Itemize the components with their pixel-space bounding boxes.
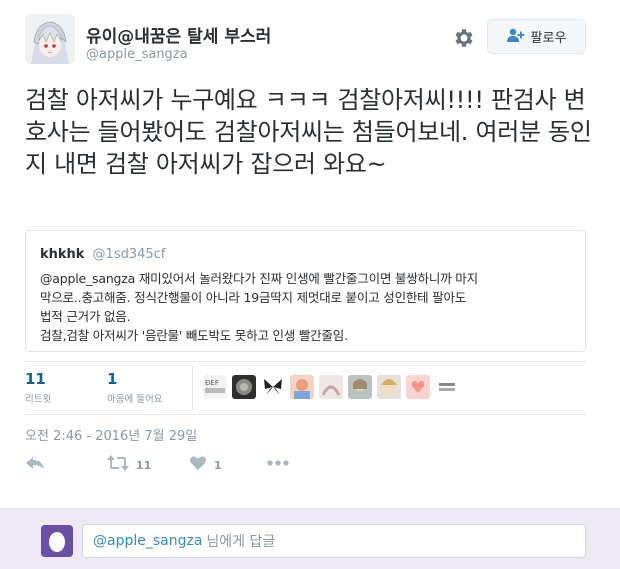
liker-avatar[interactable] — [261, 375, 285, 399]
retweet-count: 11 — [136, 458, 152, 472]
more-icon — [267, 455, 289, 475]
reply-mention: @apple_sangza — [93, 533, 203, 549]
retweet-stat-label: 리트윗 — [25, 394, 52, 405]
follow-button[interactable]: 팔로우 — [487, 19, 586, 54]
reply-placeholder: 님에게 답글 — [206, 534, 276, 550]
reply-input[interactable]: @apple_sangza 님에게 답글 — [82, 524, 586, 558]
liker-avatar[interactable] — [435, 375, 459, 399]
retweet-icon — [107, 455, 129, 475]
liker-avatar[interactable] — [232, 375, 256, 399]
retweet-stat[interactable]: 11 리트윗 — [25, 370, 51, 405]
stats-divider — [192, 366, 193, 410]
like-stat-label: 마음에 들어요 — [107, 394, 163, 405]
liker-avatar[interactable]: ĐEF — [203, 375, 227, 399]
heart-icon — [189, 455, 207, 475]
like-stat[interactable]: 1 마음에 들어요 — [107, 370, 162, 405]
quoted-tweet-header: khkhk @1sd345cf — [40, 243, 165, 262]
quoted-tweet[interactable]: khkhk @1sd345cf @apple_sangza 재미있어서 놀러왔다… — [25, 230, 586, 352]
liker-avatar[interactable] — [377, 375, 401, 399]
quoted-line: 법적 근거가 없음. — [40, 309, 131, 324]
tweet-card: 유이@내꿈은 탈세 부스러 @apple_sangza 팔로우 검찰 아저씨가 … — [0, 0, 620, 508]
tweet-stats: 11 리트윗 1 마음에 들어요 ĐEF — [25, 361, 586, 415]
like-stat-count: 1 — [107, 370, 118, 388]
liker-avatar[interactable] — [406, 375, 430, 399]
author-display-name[interactable]: 유이@내꿈은 탈세 부스러 — [86, 22, 271, 47]
reply-icon — [25, 455, 45, 475]
quoted-line: 검찰,검찰 아저씨가 '음란물' 빼도박도 못하고 인생 빨간줄임. — [40, 328, 348, 343]
reply-button[interactable] — [25, 455, 45, 475]
liker-avatar[interactable] — [290, 375, 314, 399]
reply-bar: @apple_sangza 님에게 답글 — [0, 508, 620, 569]
liker-avatar[interactable] — [348, 375, 372, 399]
viewer-avatar — [41, 525, 73, 557]
like-count: 1 — [214, 458, 222, 472]
follow-label: 팔로우 — [530, 31, 567, 46]
like-button[interactable]: 1 — [189, 455, 222, 475]
liker-avatar[interactable] — [319, 375, 343, 399]
quoted-line: @apple_sangza 재미있어서 놀러왔다가 진짜 인생에 빨간줄그이면 … — [40, 271, 478, 286]
quoted-author-name: khkhk — [40, 247, 85, 262]
quoted-line: 막으로..충고해줌. 정식간행물이 아니라 19금딱지 제멋대로 붙이고 성인한… — [40, 290, 467, 305]
quoted-tweet-text: @apple_sangza 재미있어서 놀러왔다가 진짜 인생에 빨간줄그이면 … — [40, 269, 575, 345]
gear-icon[interactable] — [452, 26, 476, 50]
more-button[interactable] — [267, 455, 289, 475]
tweet-text: 검찰 아저씨가 누구예요 ㅋㅋㅋ 검찰아저씨!!!! 판검사 변호사는 들어봤어… — [25, 86, 592, 178]
liker-avatars: ĐEF — [203, 375, 459, 399]
tweet-timestamp[interactable]: 오전 2:46 - 2016년 7월 29일 — [25, 425, 197, 444]
person-plus-icon — [506, 27, 525, 46]
author-avatar[interactable] — [25, 14, 75, 64]
retweet-stat-count: 11 — [25, 370, 46, 388]
retweet-button[interactable]: 11 — [107, 455, 151, 475]
quoted-author-handle: @1sd345cf — [92, 247, 166, 262]
author-handle[interactable]: @apple_sangza — [86, 47, 188, 62]
svg-text:ĐEF: ĐEF — [205, 379, 219, 387]
